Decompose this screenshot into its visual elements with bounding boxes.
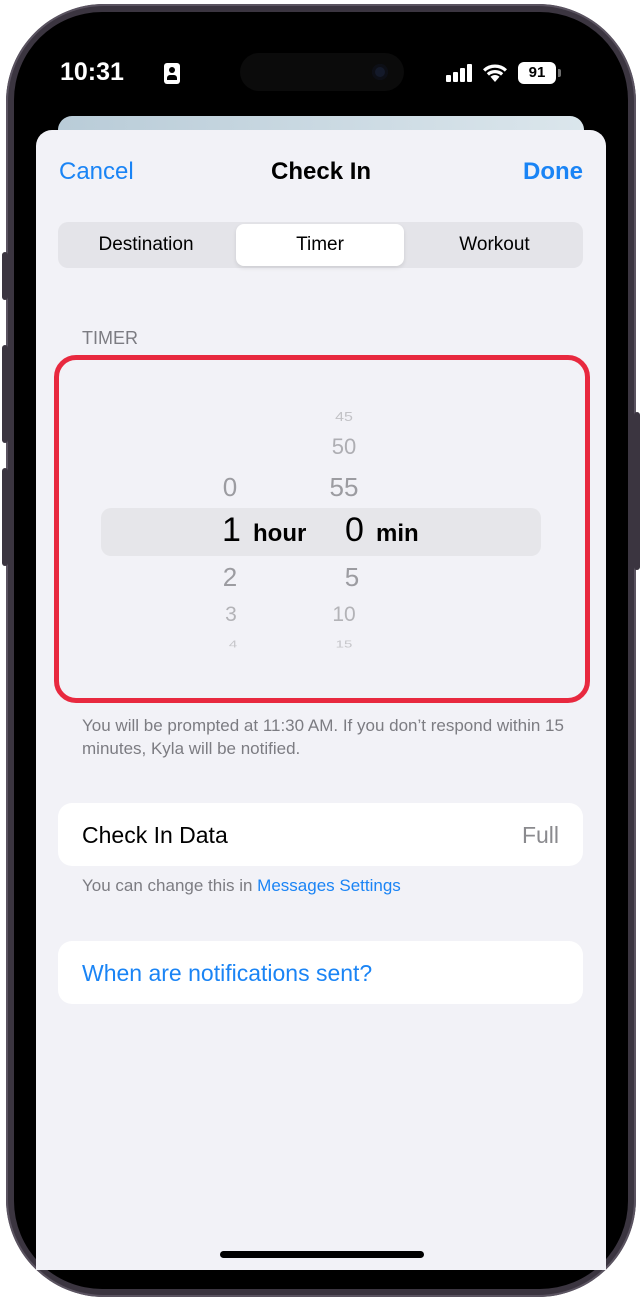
check-in-data-value: Full: [521, 822, 559, 848]
front-camera: [372, 64, 388, 80]
status-time: 10:31: [60, 58, 124, 86]
settings-hint: You can change this in Messages Settings: [82, 876, 401, 896]
volume-up-button: [2, 345, 8, 443]
settings-hint-text: You can change this in: [82, 876, 258, 895]
power-button: [634, 412, 640, 570]
segment-timer[interactable]: Timer: [236, 224, 404, 266]
mode-segmented-control: Destination Timer Workout: [58, 222, 583, 268]
cellular-signal-icon: [446, 64, 474, 82]
contact-card-icon: [164, 63, 180, 84]
notifications-link[interactable]: When are notifications sent?: [82, 960, 372, 987]
done-button[interactable]: Done: [523, 158, 583, 186]
action-button: [2, 252, 8, 300]
segment-workout[interactable]: Workout: [408, 224, 581, 266]
notifications-info-row[interactable]: When are notifications sent?: [58, 941, 583, 1004]
page-title: Check In: [271, 158, 372, 185]
prompt-description: You will be prompted at 11:30 AM. If you…: [82, 716, 564, 758]
cancel-button[interactable]: Cancel: [59, 158, 134, 186]
wifi-icon: [483, 64, 507, 82]
messages-settings-link[interactable]: Messages Settings: [257, 876, 401, 895]
volume-down-button: [2, 468, 8, 566]
check-in-data-label: Check In Data: [82, 822, 228, 848]
check-in-data-row[interactable]: Check In Data Full: [58, 803, 583, 866]
home-indicator[interactable]: [220, 1251, 424, 1258]
battery-cap: [558, 69, 561, 77]
highlight-annotation-frame: [54, 355, 590, 703]
battery-indicator: 91: [518, 62, 556, 84]
segment-destination[interactable]: Destination: [60, 224, 232, 266]
timer-section-label: TIMER: [82, 328, 138, 348]
